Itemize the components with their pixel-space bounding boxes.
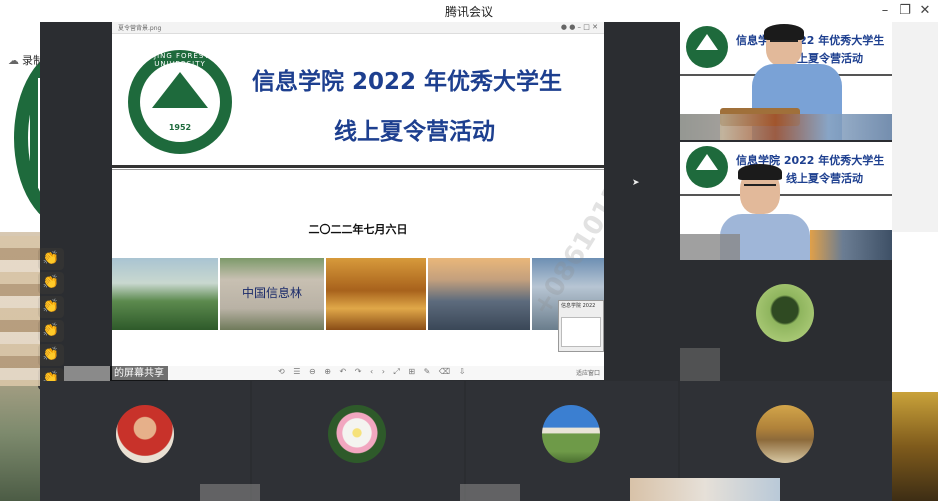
blurred-presenter-name (64, 366, 110, 382)
clap-reaction-icon: 👏 (38, 344, 64, 366)
thumbnail-label: 信息学院 2022 (561, 303, 596, 309)
viewer-bottom-toolbar: ⟲ ☰ ⊖ ⊕ ↶ ↷ ‹ › ⤢ ⊞ ✎ ⌫ ⇩ 适应窗口 (112, 366, 604, 380)
slide-title-line2: 线上夏令营活动 (334, 119, 495, 145)
video-photo-strip (810, 230, 892, 260)
blurred-name-tag (200, 484, 260, 501)
video-logo (686, 26, 728, 68)
participant-hair (738, 164, 782, 180)
video-slide-title2: 线上夏令营活动 (786, 172, 863, 185)
slide-title-line1: 信息学院 2022 年优秀大学生 (252, 69, 563, 95)
mouse-cursor-icon: ➤ (632, 178, 640, 188)
gallery-tile-2[interactable] (252, 381, 464, 501)
shared-file-name: 夏令营背景.png (118, 25, 162, 32)
participant-avatar-child (116, 405, 174, 463)
photo-stone-monument: 中国信息林 (220, 258, 324, 330)
blurred-name-tag (630, 478, 780, 501)
video-slide-title1: 信息学院 2022 年优秀大学生 (736, 34, 885, 47)
participant-hair (764, 24, 804, 40)
reaction-column: 👏 👏 👏 👏 👏 👏 (38, 248, 64, 390)
clap-reaction-icon: 👏 (38, 272, 64, 294)
participant-avatar-shadow[interactable] (756, 284, 814, 342)
minimize-button[interactable]: – (874, 1, 896, 21)
university-logo: BEIJING FORESTRY UNIVERSITY 1952 (128, 50, 232, 154)
slide-photo-strip: 中国信息林 (112, 258, 604, 330)
background-right-area (892, 22, 938, 232)
photo-misty-forest (112, 258, 218, 330)
screen-share-label: 的屏幕共享 (110, 366, 168, 382)
photo-autumn-steps (326, 258, 426, 330)
stone-caption: 中国信息林 (242, 286, 303, 300)
share-viewer-toolbar: 夏令营背景.png ● ● – □ ✕ (112, 22, 604, 34)
window-title-bar: 腾讯会议 – ❐ ✕ (0, 0, 938, 22)
participant-avatar-autumn (756, 405, 814, 463)
shared-screen[interactable]: 夏令营背景.png ● ● – □ ✕ BEIJING FORESTRY UNI… (112, 22, 604, 380)
blurred-name-tag (680, 348, 720, 382)
video-logo (686, 146, 728, 188)
clap-reaction-icon: 👏 (38, 296, 64, 318)
blurred-participant-left (0, 236, 40, 386)
photo-campus-sunset (428, 258, 530, 330)
clap-reaction-icon: 👏 (38, 320, 64, 342)
slide-divider (112, 165, 604, 168)
shared-window-thumbnail[interactable]: 信息学院 2022 (558, 300, 604, 352)
clap-reaction-icon: 👏 (38, 248, 64, 270)
participant-avatar-lotus (328, 405, 386, 463)
thumbnail-slide (561, 317, 601, 347)
logo-mountain-icon (152, 72, 208, 108)
video-slide-divider (680, 194, 892, 196)
background-landscape-right (892, 392, 938, 501)
maximize-button[interactable]: ❐ (894, 1, 916, 21)
logo-mountain-icon (696, 154, 718, 170)
gallery-tile-1[interactable] (40, 381, 250, 501)
participant-glasses (770, 40, 798, 45)
viewer-tool-icons[interactable]: ⟲ ☰ ⊖ ⊕ ↶ ↷ ‹ › ⤢ ⊞ ✎ ⌫ ⇩ (278, 367, 468, 377)
close-button[interactable]: ✕ (914, 1, 936, 21)
blurred-name-tag (680, 114, 720, 140)
viewer-window-controls[interactable]: ● ● – □ ✕ (561, 23, 598, 31)
cloud-icon: ☁ (8, 53, 19, 67)
logo-mountain-icon (696, 34, 718, 50)
logo-year: 1952 (168, 123, 192, 132)
participant-glasses (744, 184, 776, 189)
blurred-name-tag (460, 484, 520, 501)
blurred-name-tag (680, 234, 740, 260)
participant-video-2[interactable]: 信息学院 2022 年优秀大学生 线上夏令营活动 (680, 142, 892, 260)
window-title: 腾讯会议 (444, 5, 493, 19)
slide-date: 二〇二二年七月六日 (308, 223, 408, 236)
zoom-fit-button[interactable]: 适应窗口 (576, 368, 600, 377)
participant-video-1[interactable]: 信息学院 2022 年优秀大学生 线上夏令营活动 (680, 22, 892, 140)
participant-avatar-landscape (542, 405, 600, 463)
slide-divider-thin (112, 169, 604, 170)
